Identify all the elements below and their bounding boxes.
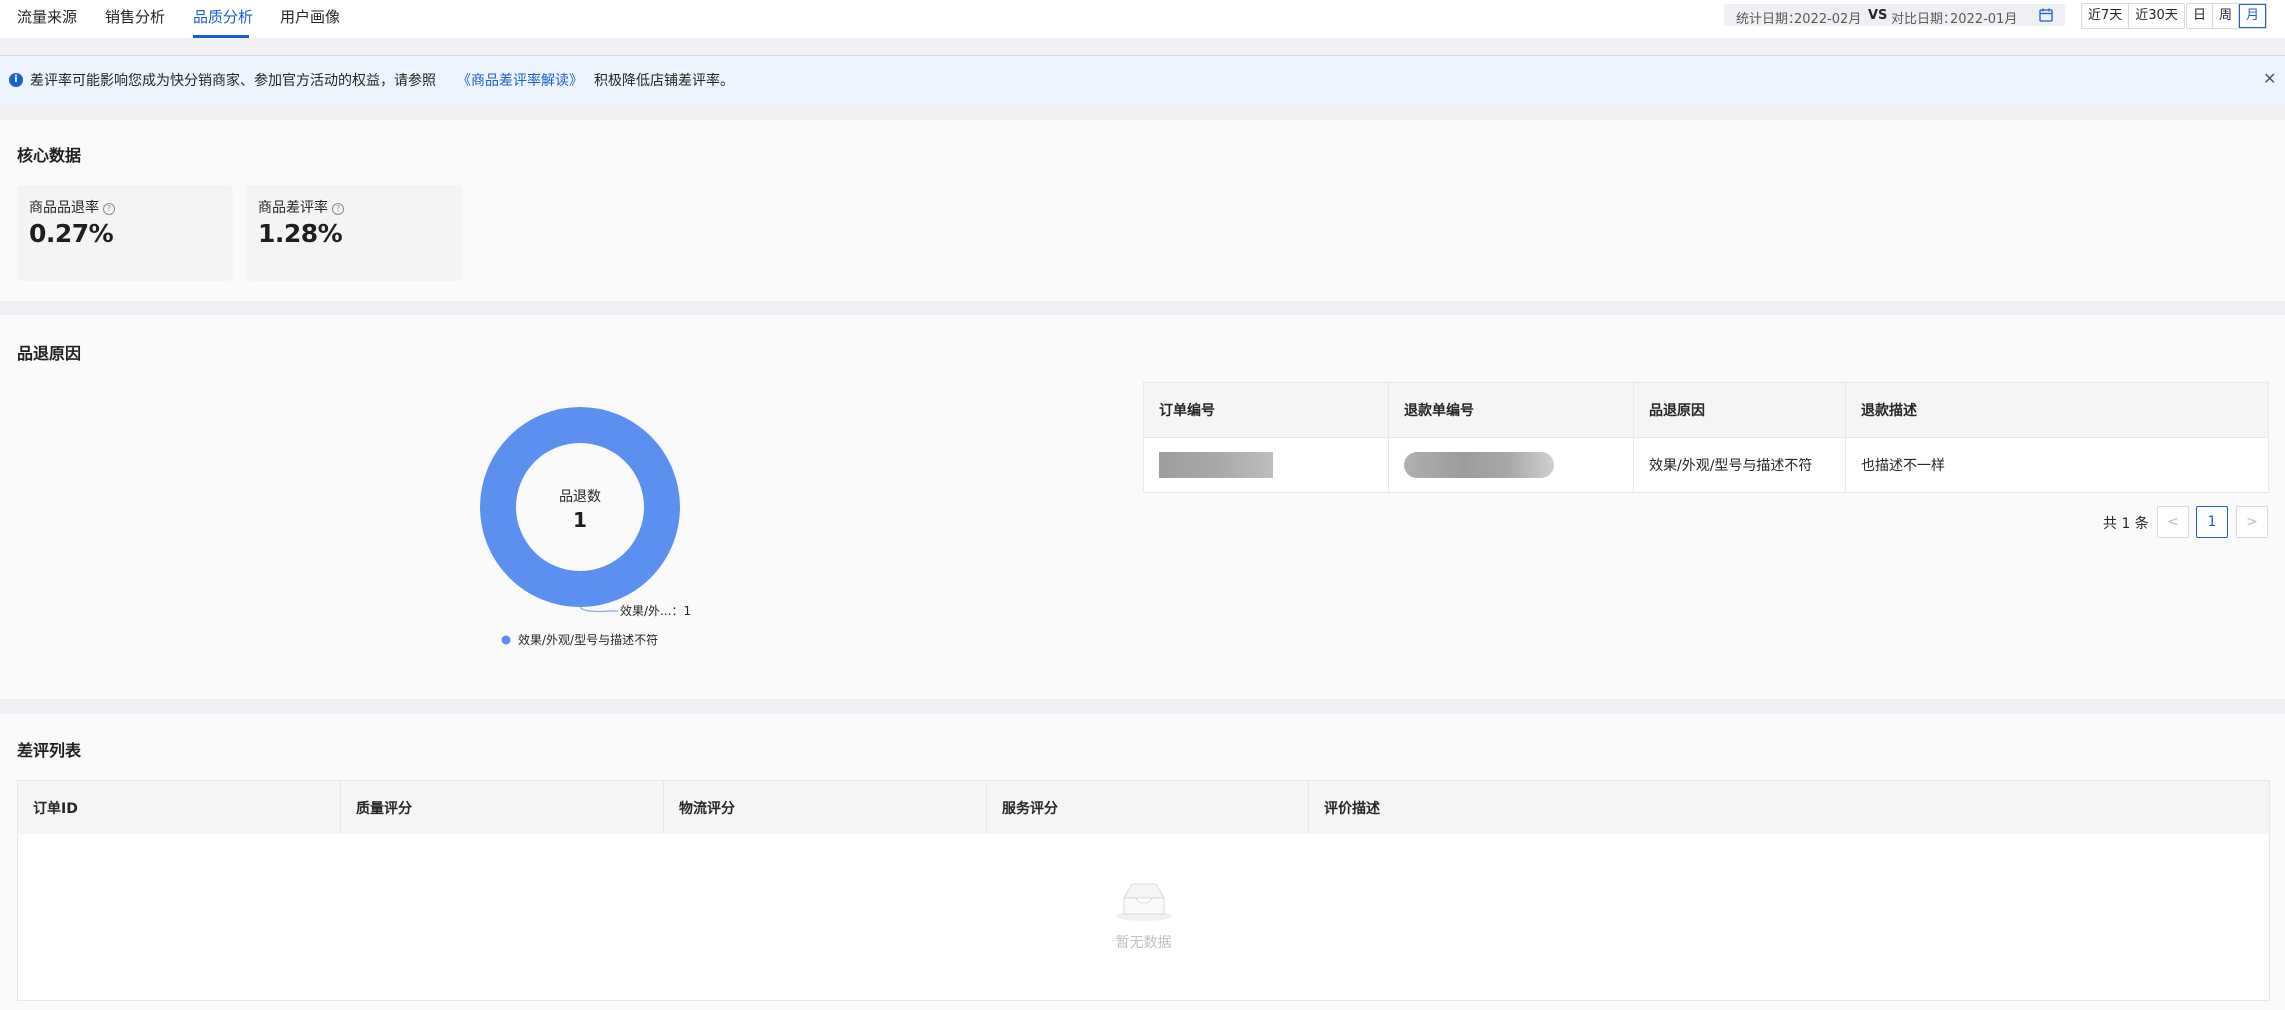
metric-label: 商品品退率 bbox=[29, 200, 99, 216]
return-reason-title: 品退原因 bbox=[17, 344, 82, 363]
calendar-icon[interactable] bbox=[2038, 7, 2054, 23]
core-data-title: 核心数据 bbox=[17, 146, 82, 165]
bad-review-title: 差评列表 bbox=[17, 741, 82, 760]
tab-sales-analysis[interactable]: 销售分析 bbox=[105, 6, 165, 27]
return-reason-donut-chart: 品退数 1 效果/外...：1 效果/外观/型号与描述不符 bbox=[480, 407, 691, 647]
donut-center-value: 1 bbox=[573, 508, 587, 532]
column-header: 评价描述 bbox=[1308, 780, 2270, 836]
empty-text: 暂无数据 bbox=[1115, 935, 1172, 951]
help-icon[interactable]: ? bbox=[332, 203, 344, 215]
slice-label-leader-line bbox=[579, 606, 618, 613]
column-header: 品退原因 bbox=[1633, 382, 1846, 438]
help-icon[interactable]: ? bbox=[103, 203, 115, 215]
next-page-button[interactable]: > bbox=[2236, 506, 2268, 538]
divider bbox=[0, 38, 2285, 55]
return-orders-table: 订单编号 退款单编号 品退原因 退款描述 效果/外观/型号与描述不符 也描述不一… bbox=[1143, 382, 2269, 493]
granularity-day-button[interactable]: 日 bbox=[2187, 4, 2214, 28]
metric-value: 1.28% bbox=[258, 219, 343, 248]
granularity-week-button[interactable]: 周 bbox=[2213, 4, 2240, 28]
metric-value: 0.27% bbox=[29, 219, 114, 248]
notice-banner: i 差评率可能影响您成为快分销商家、参加官方活动的权益，请参照 《商品差评率解读… bbox=[0, 55, 2285, 105]
vs-label: VS bbox=[1868, 8, 1888, 23]
stat-date-value[interactable]: 2022-02月 bbox=[1794, 8, 1861, 27]
column-header: 退款单编号 bbox=[1388, 382, 1634, 438]
column-header: 订单ID bbox=[17, 780, 341, 836]
slice-data-label: 效果/外...：1 bbox=[620, 603, 691, 618]
description-cell: 也描述不一样 bbox=[1845, 437, 2269, 493]
column-header: 服务评分 bbox=[986, 780, 1309, 836]
legend-label[interactable]: 效果/外观/型号与描述不符 bbox=[518, 632, 658, 647]
range-7d-button[interactable]: 近7天 bbox=[2082, 4, 2130, 28]
tab-user-profile[interactable]: 用户画像 bbox=[280, 6, 340, 27]
empty-state: 暂无数据 bbox=[17, 834, 2270, 1001]
redacted-refund-id bbox=[1404, 452, 1554, 478]
prev-page-button[interactable]: < bbox=[2157, 506, 2189, 538]
range-30d-button[interactable]: 近30天 bbox=[2129, 4, 2184, 28]
notice-text-after: 积极降低店铺差评率。 bbox=[594, 73, 734, 89]
column-header: 物流评分 bbox=[663, 780, 987, 836]
close-icon[interactable]: ✕ bbox=[2263, 69, 2276, 88]
divider bbox=[0, 104, 2285, 120]
reason-cell: 效果/外观/型号与描述不符 bbox=[1633, 437, 1846, 493]
tab-traffic-source[interactable]: 流量来源 bbox=[17, 6, 77, 27]
compare-date-label: 对比日期： bbox=[1891, 12, 1957, 27]
granularity-month-button[interactable]: 月 bbox=[2239, 4, 2267, 28]
quick-range-group: 近7天 近30天 bbox=[2081, 3, 2185, 29]
info-icon: i bbox=[9, 73, 23, 87]
legend-marker bbox=[501, 635, 511, 645]
column-header: 退款描述 bbox=[1845, 382, 2269, 438]
column-header: 订单编号 bbox=[1143, 382, 1389, 438]
return-reason-section bbox=[0, 315, 2285, 699]
bad-review-table: 订单ID 质量评分 物流评分 服务评分 评价描述 bbox=[17, 780, 2270, 836]
donut-center-label: 品退数 bbox=[559, 489, 601, 505]
redacted-order-id bbox=[1159, 452, 1273, 478]
granularity-group: 日 周 月 bbox=[2186, 3, 2268, 29]
metric-card-return-rate: 商品品退率? 0.27% bbox=[17, 185, 233, 281]
divider bbox=[0, 301, 2285, 315]
metric-card-bad-review-rate: 商品差评率? 1.28% bbox=[246, 185, 462, 281]
empty-box-icon bbox=[1116, 883, 1172, 921]
date-range-picker[interactable]: 统计日期： 2022-02月 VS 对比日期： 2022-01月 bbox=[1724, 4, 2065, 27]
compare-date-value[interactable]: 2022-01月 bbox=[1950, 8, 2017, 27]
column-header: 质量评分 bbox=[340, 780, 664, 836]
pagination-total: 共 1 条 bbox=[2103, 516, 2149, 532]
tab-quality-analysis[interactable]: 品质分析 bbox=[193, 6, 253, 27]
page-1-button[interactable]: 1 bbox=[2196, 506, 2228, 538]
divider bbox=[0, 699, 2285, 714]
table-row[interactable]: 效果/外观/型号与描述不符 也描述不一样 bbox=[1143, 437, 2269, 493]
stat-date-label: 统计日期： bbox=[1736, 12, 1802, 27]
donut-slice[interactable] bbox=[480, 407, 680, 607]
metric-label: 商品差评率 bbox=[258, 200, 328, 216]
top-nav: 流量来源 销售分析 品质分析 用户画像 统计日期： 2022-02月 VS 对比… bbox=[0, 0, 2285, 38]
notice-text: 差评率可能影响您成为快分销商家、参加官方活动的权益，请参照 bbox=[30, 73, 436, 89]
notice-link[interactable]: 《商品差评率解读》 bbox=[457, 70, 583, 90]
